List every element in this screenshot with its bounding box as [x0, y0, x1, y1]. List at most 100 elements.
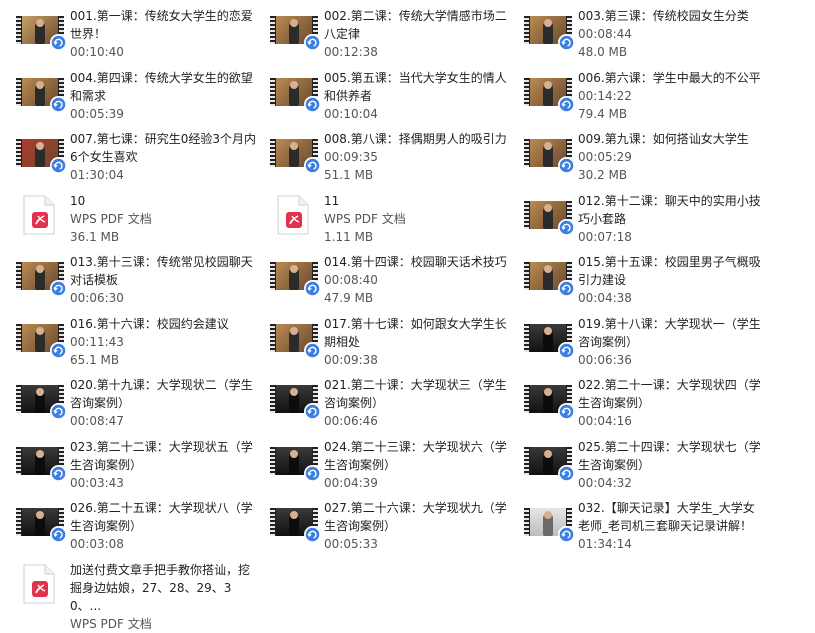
file-name: 016.第十六课：校园约会建议: [70, 316, 229, 331]
video-thumbnail: [524, 380, 574, 420]
video-file-item[interactable]: 012.第十二课：聊天中的实用小技巧小套路 00:07:18: [524, 192, 778, 254]
file-name: 003.第三课：传统校园女生分类: [578, 9, 749, 23]
sync-status-icon: [559, 219, 574, 235]
video-thumbnail: [270, 11, 320, 51]
file-duration: 00:04:39: [324, 475, 378, 490]
pdf-file-item[interactable]: 加送付费文章手把手教你搭讪，挖掘身边姑娘，27、28、29、30、... WPS …: [16, 561, 270, 631]
file-duration: 00:04:16: [578, 414, 632, 428]
file-duration: 00:12:38: [324, 45, 378, 59]
video-file-item[interactable]: 001.第一课：传统女大学生的恋爱世界！ 00:10:40: [16, 7, 270, 69]
pdf-file-icon: [16, 564, 64, 605]
file-duration: 00:08:44: [578, 27, 632, 41]
video-thumbnail: [524, 73, 574, 113]
video-thumbnail: [524, 257, 574, 297]
video-thumbnail: [16, 503, 66, 543]
file-duration: 00:10:40: [70, 45, 124, 59]
sync-status-icon: [559, 404, 574, 419]
video-thumbnail: [270, 73, 320, 113]
file-size: 51.1 MB: [324, 168, 374, 182]
file-size: 79.4 MB: [578, 106, 628, 121]
video-thumbnail: [16, 442, 66, 482]
video-file-item[interactable]: 005.第五课：当代大学女生的情人和供养者 00:10:04: [270, 69, 524, 131]
video-file-item[interactable]: 027.第二十六课：大学现状九（学生咨询案例） 00:05:33: [270, 499, 524, 561]
file-type: WPS PDF 文档: [70, 211, 152, 226]
file-name: 024.第二十三课：大学现状六（学生咨询案例）: [324, 439, 507, 472]
sync-status-icon: [559, 96, 574, 112]
file-duration: 00:11:43: [70, 334, 124, 349]
file-duration: 00:06:30: [70, 291, 124, 305]
file-name: 005.第五课：当代大学女生的情人和供养者: [324, 70, 507, 103]
file-name: 004.第四课：传统大学女生的欲望和需求: [70, 70, 253, 103]
sync-status-icon: [51, 527, 66, 542]
video-file-item[interactable]: 014.第十四课：校园聊天话术技巧 00:08:40 47.9 MB: [270, 253, 524, 315]
video-thumbnail: [16, 73, 66, 113]
file-duration: 00:05:33: [324, 537, 378, 551]
video-file-item[interactable]: 024.第二十三课：大学现状六（学生咨询案例） 00:04:39: [270, 438, 524, 500]
pdf-file-item[interactable]: 10 WPS PDF 文档 36.1 MB: [16, 192, 270, 254]
file-duration: 00:06:36: [578, 352, 632, 367]
video-file-item[interactable]: 015.第十五课：校园里男子气概吸引力建设 00:04:38: [524, 253, 778, 315]
wps-pdf-icon: [277, 195, 309, 235]
video-file-item[interactable]: 017.第十七课：如何跟女大学生长期相处 00:09:38: [270, 315, 524, 377]
sync-status-icon: [559, 35, 574, 50]
sync-status-icon: [559, 527, 574, 542]
file-duration: 00:08:47: [70, 414, 124, 428]
file-name: 013.第十三课：传统常见校园聊天对话模板: [70, 255, 253, 287]
video-file-item[interactable]: 008.第八课：择偶期男人的吸引力 00:09:35 51.1 MB: [270, 130, 524, 192]
video-file-item[interactable]: 032.【聊天记录】大学生_大学女老师_老司机三套聊天记录讲解！ 01:34:14: [524, 499, 778, 561]
file-duration: 00:03:08: [70, 537, 124, 551]
sync-status-icon: [305, 527, 320, 542]
file-duration: 00:07:18: [578, 229, 632, 244]
file-name: 007.第七课：研究生0经验3个月内6个女生喜欢: [70, 132, 256, 164]
file-duration: 00:08:40: [324, 273, 378, 287]
file-duration: 00:09:38: [324, 352, 378, 367]
video-thumbnail: [270, 442, 320, 482]
file-duration: 00:04:38: [578, 291, 632, 305]
video-file-item[interactable]: 013.第十三课：传统常见校园聊天对话模板 00:06:30: [16, 253, 270, 315]
video-file-item[interactable]: 009.第九课：如何搭讪女大学生 00:05:29 30.2 MB: [524, 130, 778, 192]
file-duration: 00:04:32: [578, 475, 632, 490]
file-name: 021.第二十课：大学现状三（学生咨询案例）: [324, 378, 507, 410]
video-thumbnail: [524, 11, 574, 51]
video-file-item[interactable]: 004.第四课：传统大学女生的欲望和需求 00:05:39: [16, 69, 270, 131]
video-thumbnail: [16, 319, 66, 359]
video-file-item[interactable]: 021.第二十课：大学现状三（学生咨询案例） 00:06:46: [270, 376, 524, 438]
video-file-item[interactable]: 003.第三课：传统校园女生分类 00:08:44 48.0 MB: [524, 7, 778, 69]
video-file-item[interactable]: 020.第十九课：大学现状二（学生咨询案例） 00:08:47: [16, 376, 270, 438]
video-file-item[interactable]: 016.第十六课：校园约会建议 00:11:43 65.1 MB: [16, 315, 270, 377]
pdf-file-item[interactable]: 11 WPS PDF 文档 1.11 MB: [270, 192, 524, 254]
sync-status-icon: [305, 35, 320, 50]
video-thumbnail: [524, 503, 574, 543]
video-thumbnail: [16, 134, 66, 174]
video-file-item[interactable]: 022.第二十一课：大学现状四（学生咨询案例） 00:04:16: [524, 376, 778, 438]
video-file-item[interactable]: 002.第二课：传统大学情感市场二八定律 00:12:38: [270, 7, 524, 69]
video-thumbnail: [16, 380, 66, 420]
sync-status-icon: [51, 342, 66, 358]
video-file-item[interactable]: 019.第十八课：大学现状一（学生咨询案例） 00:06:36: [524, 315, 778, 377]
sync-status-icon: [51, 158, 66, 173]
sync-status-icon: [305, 96, 320, 112]
wps-pdf-icon: [23, 195, 55, 235]
video-thumbnail: [270, 503, 320, 543]
sync-status-icon: [51, 465, 66, 481]
sync-status-icon: [305, 342, 320, 358]
video-file-item[interactable]: 006.第六课：学生中最大的不公平 00:14:22 79.4 MB: [524, 69, 778, 131]
file-name: 015.第十五课：校园里男子气概吸引力建设: [578, 255, 761, 287]
video-file-item[interactable]: 025.第二十四课：大学现状七（学生咨询案例） 00:04:32: [524, 438, 778, 500]
video-thumbnail: [270, 380, 320, 420]
file-name: 025.第二十四课：大学现状七（学生咨询案例）: [578, 439, 761, 472]
file-name: 012.第十二课：聊天中的实用小技巧小套路: [578, 193, 761, 226]
file-name: 017.第十七课：如何跟女大学生长期相处: [324, 316, 507, 349]
file-name: 11: [324, 193, 340, 208]
video-file-item[interactable]: 023.第二十二课：大学现状五（学生咨询案例） 00:03:43: [16, 438, 270, 500]
video-thumbnail: [524, 319, 574, 359]
file-duration: 00:05:29: [578, 150, 632, 164]
video-thumbnail: [524, 442, 574, 482]
file-duration: 00:05:39: [70, 106, 124, 121]
file-size: 47.9 MB: [324, 291, 374, 305]
file-duration: 01:34:14: [578, 537, 632, 551]
video-file-item[interactable]: 026.第二十五课：大学现状八（学生咨询案例） 00:03:08: [16, 499, 270, 561]
video-thumbnail: [270, 319, 320, 359]
video-file-item[interactable]: 007.第七课：研究生0经验3个月内6个女生喜欢 01:30:04: [16, 130, 270, 192]
file-name: 001.第一课：传统女大学生的恋爱世界！: [70, 9, 253, 41]
